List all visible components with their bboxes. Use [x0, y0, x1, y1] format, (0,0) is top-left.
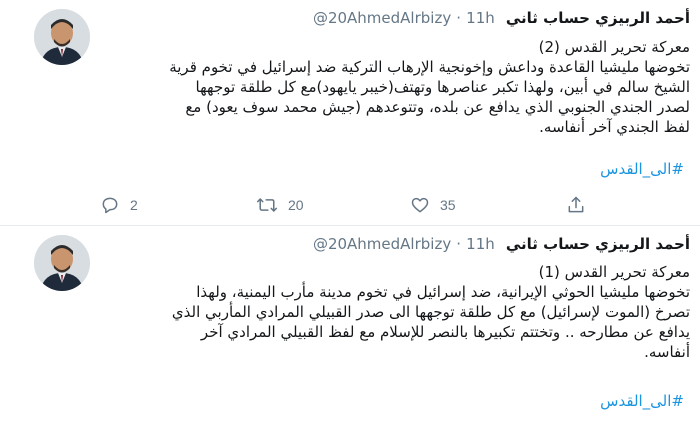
tweet[interactable]: أحمد الربيزي حساب ثاني @20AhmedAlrbizy ·… [0, 0, 700, 226]
author-name[interactable]: أحمد الربيزي حساب ثاني [506, 235, 690, 253]
tweet-header: أحمد الربيزي حساب ثاني @20AhmedAlrbizy ·… [101, 234, 690, 256]
retweet-count: 20 [288, 197, 304, 213]
heart-icon [410, 195, 430, 215]
reply-button[interactable]: 2 [100, 194, 138, 216]
tweet-line: لصدر الجندي الجنوبي الذي يدافع عن بلده، … [185, 98, 690, 116]
tweet-actions: 2 20 35 [100, 194, 590, 216]
reply-count: 2 [130, 197, 138, 213]
separator-dot: · [456, 9, 462, 27]
share-button[interactable] [566, 194, 586, 216]
avatar[interactable] [34, 235, 90, 291]
tweet-line: يدافع عن مطارحه .. وتختتم تكبيرها بالنصر… [200, 323, 690, 341]
hashtag-link[interactable]: #الى_القدس [600, 160, 684, 178]
separator-dot: · [456, 235, 462, 253]
retweet-button[interactable]: 20 [256, 194, 304, 216]
tweet-line: الشيخ سالم في أبين، ولهذا تكبر عناصرها و… [195, 78, 690, 96]
tweet-header: أحمد الربيزي حساب ثاني @20AhmedAlrbizy ·… [101, 8, 690, 30]
hashtag-link[interactable]: #الى_القدس [600, 392, 684, 410]
like-count: 35 [440, 197, 456, 213]
tweet-time[interactable]: 11h [466, 235, 495, 253]
tweet-feed: أحمد الربيزي حساب ثاني @20AhmedAlrbizy ·… [0, 0, 700, 422]
tweet-line: تصرخ (الموت لإسرائيل) مع كل طلقة توجهها … [171, 303, 690, 321]
tweet-text: معركة تحرير القدس (1) تخوضها مليشيا الحو… [98, 262, 690, 362]
retweet-icon [256, 195, 278, 215]
author-name[interactable]: أحمد الربيزي حساب ثاني [506, 9, 690, 27]
tweet-line: معركة تحرير القدس (1) [538, 263, 690, 281]
avatar[interactable] [34, 9, 90, 65]
tweet-time[interactable]: 11h [466, 9, 495, 27]
tweet-line: تخوضها مليشيا الحوثي الإيرانية، ضد إسرائ… [196, 283, 690, 301]
reply-icon [100, 195, 120, 215]
tweet-line: معركة تحرير القدس (2) [538, 38, 690, 56]
share-icon [566, 195, 586, 215]
tweet-line: لفظ الجندي آخر أنفاسه. [539, 118, 690, 136]
author-handle[interactable]: @20AhmedAlrbizy [313, 235, 451, 253]
tweet-line: أنفاسه. [644, 343, 690, 361]
tweet-text: معركة تحرير القدس (2) تخوضها مليشيا القا… [98, 37, 690, 137]
author-handle[interactable]: @20AhmedAlrbizy [313, 9, 451, 27]
like-button[interactable]: 35 [410, 194, 456, 216]
tweet-line: تخوضها مليشيا القاعدة وداعش وإخونجية الإ… [169, 58, 690, 76]
